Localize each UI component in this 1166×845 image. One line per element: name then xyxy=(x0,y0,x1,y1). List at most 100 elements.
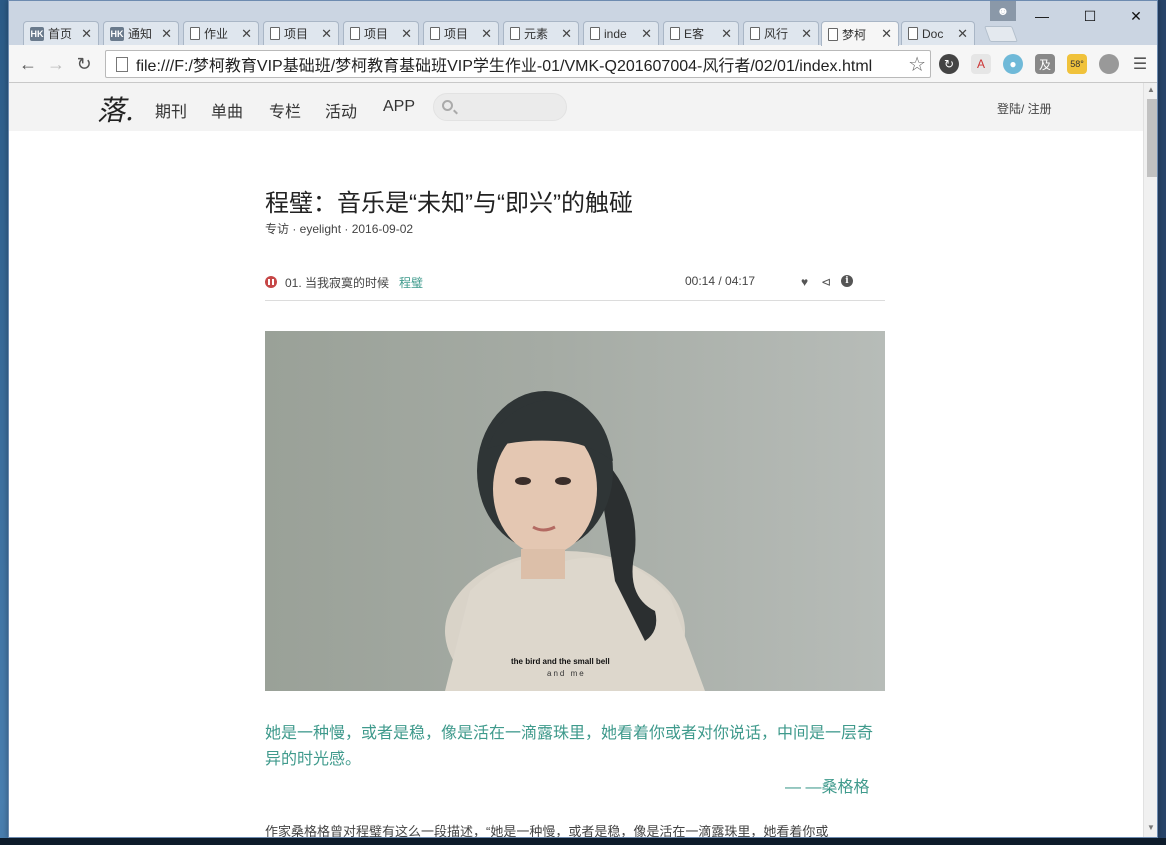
tab-label: 梦柯 xyxy=(842,27,867,42)
article-meta: 专访 · eyelight · 2016-09-02 xyxy=(265,222,414,236)
article-title: 程璧：音乐是“未知”与“即兴”的触碰 xyxy=(265,190,633,217)
address-bar[interactable]: file:///F:/梦柯教育VIP基础班/梦柯教育基础班VIP学生作业-01/… xyxy=(105,50,931,78)
nav-item-huodong[interactable]: 活动 xyxy=(325,98,357,122)
photo-caption: the bird and the small bell xyxy=(511,657,610,666)
tab-close-icon[interactable]: ✕ xyxy=(957,26,968,42)
share-icon[interactable]: ⊲ xyxy=(821,275,831,289)
tab-2[interactable]: 作业 ✕ xyxy=(183,21,259,45)
search-input[interactable] xyxy=(433,93,567,121)
scroll-up-icon[interactable]: ▲ xyxy=(1147,85,1155,94)
nav-item-danqu[interactable]: 单曲 xyxy=(211,98,243,122)
tab-close-icon[interactable]: ✕ xyxy=(161,26,172,42)
tab-strip: HK 首页 ✕ HK 通知 ✕ 作业 ✕ 项目 ✕ 项目 ✕ 项目 ✕ 元素 ✕ inde ✕ E客 ✕ 风行 ✕ 梦柯 ✕ D… xyxy=(9,1,1157,46)
music-player: 01. 当我寂寞的时候 程璧 00:14 / 04:17 ♥ ⊲ i xyxy=(265,261,885,301)
track-title: 01. 当我寂寞的时候 xyxy=(285,276,390,290)
new-tab-button[interactable] xyxy=(984,26,1018,42)
tab-label: E客 xyxy=(684,27,705,41)
pause-icon[interactable] xyxy=(265,276,277,288)
extension-pdf-icon[interactable]: A xyxy=(971,54,991,74)
address-url[interactable]: file:///F:/梦柯教育VIP基础班/梦柯教育基础班VIP学生作业-01/… xyxy=(136,52,908,76)
tab-close-icon[interactable]: ✕ xyxy=(801,26,812,42)
tab-close-icon[interactable]: ✕ xyxy=(641,26,652,42)
quote-source: — —桑格格 xyxy=(785,779,870,796)
heart-icon[interactable]: ♥ xyxy=(801,275,808,289)
tab-0[interactable]: HK 首页 ✕ xyxy=(23,21,99,45)
tab-4[interactable]: 项目 ✕ xyxy=(343,21,419,45)
tab-label: 项目 xyxy=(444,27,469,41)
browser-toolbar: ← → ↻ file:///F:/梦柯教育VIP基础班/梦柯教育基础班VIP学生… xyxy=(9,45,1157,83)
bookmark-star-icon[interactable]: ☆ xyxy=(908,52,926,77)
extension-sync-icon[interactable]: ↻ xyxy=(939,54,959,74)
tab-close-icon[interactable]: ✕ xyxy=(241,26,252,42)
page-icon xyxy=(590,27,600,40)
tab-close-icon[interactable]: ✕ xyxy=(881,26,892,42)
tab-10[interactable]: 梦柯 ✕ xyxy=(821,21,899,46)
nav-item-qikan[interactable]: 期刊 xyxy=(155,98,187,122)
page-viewport: 落. 期刊 单曲 专栏 活动 APP 登陆/ 注册 程璧：音乐是“未知”与“即兴… xyxy=(9,83,1143,838)
tab-close-icon[interactable]: ✕ xyxy=(561,26,572,42)
menu-icon[interactable]: ☰ xyxy=(1129,53,1151,75)
hk-icon: HK xyxy=(30,26,44,41)
tab-8[interactable]: E客 ✕ xyxy=(663,21,739,45)
browser-window: HK 首页 ✕ HK 通知 ✕ 作业 ✕ 项目 ✕ 项目 ✕ 项目 ✕ 元素 ✕ inde ✕ E客 ✕ 风行 ✕ 梦柯 ✕ D… xyxy=(8,0,1158,838)
tab-close-icon[interactable]: ✕ xyxy=(321,26,332,42)
pull-quote: 她是一种慢，或者是稳，像是活在一滴露珠里，她看着你或者对你说话，中间是一层奇异的… xyxy=(265,725,874,768)
tab-label: 项目 xyxy=(364,27,389,41)
tab-11[interactable]: Doc ✕ xyxy=(901,21,975,45)
portrait-illustration xyxy=(445,391,705,691)
tab-label: 作业 xyxy=(204,27,229,41)
taskbar xyxy=(0,838,1166,845)
nav-item-app[interactable]: APP xyxy=(383,98,415,116)
tab-close-icon[interactable]: ✕ xyxy=(401,26,412,42)
forward-arrow-icon[interactable]: → xyxy=(45,53,67,75)
back-arrow-icon[interactable]: ← xyxy=(17,53,39,75)
tab-label: 项目 xyxy=(284,27,309,41)
scrollbar-thumb[interactable] xyxy=(1147,99,1157,177)
tab-6[interactable]: 元素 ✕ xyxy=(503,21,579,45)
article-body: 作家桑格格曾对程璧有这么一段描述，“她是一种慢，或者是稳，像是活在一滴露珠里，她… xyxy=(265,824,829,838)
page-icon xyxy=(270,27,280,40)
tab-label: 通知 xyxy=(128,27,153,41)
site-header: 落. 期刊 单曲 专栏 活动 APP 登陆/ 注册 xyxy=(9,83,1143,131)
track-artist[interactable]: 程璧 xyxy=(399,274,423,291)
tab-close-icon[interactable]: ✕ xyxy=(721,26,732,42)
hk-icon: HK xyxy=(110,26,124,41)
tab-label: Doc xyxy=(922,26,944,41)
nav-item-zhuanlan[interactable]: 专栏 xyxy=(269,98,301,122)
info-icon[interactable]: i xyxy=(841,275,853,287)
profile-icon[interactable]: ☻ xyxy=(990,1,1016,21)
photo-caption-sub: and me xyxy=(547,669,586,678)
vertical-scrollbar[interactable]: ▲ ▼ xyxy=(1143,83,1157,837)
extension-gray-icon[interactable] xyxy=(1099,54,1119,74)
page-icon xyxy=(350,27,360,40)
search-icon xyxy=(442,100,453,111)
tab-close-icon[interactable]: ✕ xyxy=(81,26,92,42)
tab-label: inde xyxy=(604,26,627,41)
login-register-link[interactable]: 登陆/ 注册 xyxy=(997,100,1052,117)
extension-globe-icon[interactable]: ● xyxy=(1003,54,1023,74)
page-icon xyxy=(116,56,128,72)
tab-5[interactable]: 项目 ✕ xyxy=(423,21,499,45)
tab-label: 风行 xyxy=(764,27,789,41)
site-logo[interactable]: 落. xyxy=(97,89,134,129)
page-icon xyxy=(828,27,838,41)
tab-9[interactable]: 风行 ✕ xyxy=(743,21,819,45)
track-time: 00:14 / 04:17 xyxy=(685,274,756,288)
tab-3[interactable]: 项目 ✕ xyxy=(263,21,339,45)
minimize-button[interactable]: — xyxy=(1019,1,1065,31)
tab-label: 首页 xyxy=(48,27,73,41)
maximize-button[interactable]: ☐ xyxy=(1067,1,1113,31)
tab-close-icon[interactable]: ✕ xyxy=(481,26,492,42)
close-window-button[interactable]: ✕ xyxy=(1113,1,1157,31)
page-icon xyxy=(670,27,680,40)
reload-icon[interactable]: ↻ xyxy=(73,53,95,75)
page-icon xyxy=(430,27,440,40)
page-icon xyxy=(190,27,200,40)
tab-1[interactable]: HK 通知 ✕ xyxy=(103,21,179,45)
article-photo: the bird and the small bell and me xyxy=(265,331,885,691)
extension-weather-icon[interactable]: 58° xyxy=(1067,54,1087,74)
scroll-down-icon[interactable]: ▼ xyxy=(1147,823,1155,832)
tab-7[interactable]: inde ✕ xyxy=(583,21,659,45)
page-icon xyxy=(510,27,520,40)
extension-translate-icon[interactable]: 及 xyxy=(1035,54,1055,74)
